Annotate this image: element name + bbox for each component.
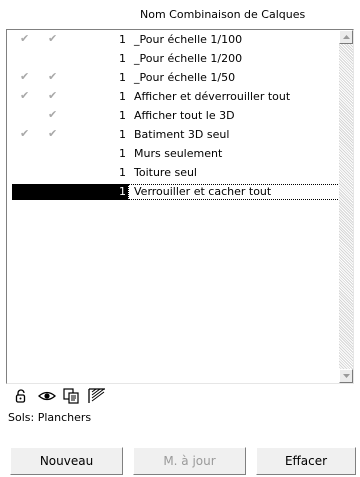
copy-icon — [63, 388, 80, 407]
row-name: _Pour échelle 1/200 — [134, 52, 243, 65]
list-item[interactable]: ✔ ✔ 1 _Pour échelle 1/100 — [7, 31, 342, 50]
check-icon[interactable]: ✔ — [20, 70, 29, 83]
row-name: Verrouiller et cacher tout — [134, 185, 272, 198]
delete-button[interactable]: Effacer — [256, 447, 356, 475]
check-icon[interactable]: ✔ — [48, 32, 57, 45]
hatch-icon — [87, 388, 106, 407]
list-item[interactable]: ✔ ✔ 1 _Pour échelle 1/50 — [7, 69, 342, 88]
check-icon[interactable]: ✔ — [48, 108, 57, 121]
check-icon[interactable]: ✔ — [20, 127, 29, 140]
status-icon-bar — [14, 388, 110, 406]
new-button[interactable]: Nouveau — [10, 447, 123, 475]
row-name: Afficher et déverrouiller tout — [134, 90, 291, 103]
vertical-scrollbar[interactable] — [339, 30, 353, 383]
list-item[interactable]: ✔ 1 Afficher tout le 3D — [7, 107, 342, 126]
selection-highlight — [12, 184, 128, 200]
column-header-layer-combination: Nom Combinaison de Calques — [140, 8, 306, 21]
list-item[interactable]: ✔ ✔ 1 Batiment 3D seul — [7, 126, 342, 145]
arrow-down-icon — [343, 374, 350, 378]
eye-icon — [37, 388, 56, 407]
check-icon[interactable]: ✔ — [48, 70, 57, 83]
update-button[interactable]: M. à jour — [133, 447, 246, 475]
list-item-selected[interactable]: 1 Verrouiller et cacher tout — [7, 183, 342, 202]
list-item[interactable]: 1 Toiture seul — [7, 164, 342, 183]
row-count: 1 — [119, 147, 126, 160]
lock-icon — [14, 388, 30, 407]
check-icon[interactable]: ✔ — [20, 32, 29, 45]
row-count: 1 — [119, 90, 126, 103]
row-name: Batiment 3D seul — [134, 128, 230, 141]
row-count: 1 — [119, 71, 126, 84]
row-count: 1 — [119, 52, 126, 65]
scroll-up-button[interactable] — [339, 30, 353, 44]
arrow-up-icon — [343, 35, 350, 39]
row-count: 1 — [119, 109, 126, 122]
list-item[interactable]: 1 _Pour échelle 1/200 — [7, 50, 342, 69]
check-icon[interactable]: ✔ — [20, 89, 29, 102]
list-item[interactable]: ✔ ✔ 1 Afficher et déverrouiller tout — [7, 88, 342, 107]
row-count: 1 — [119, 166, 126, 179]
row-name: Afficher tout le 3D — [134, 109, 235, 122]
row-name: _Pour échelle 1/50 — [134, 71, 236, 84]
check-icon[interactable]: ✔ — [48, 127, 57, 140]
check-icon[interactable]: ✔ — [48, 89, 57, 102]
status-label: Sols: Planchers — [8, 411, 92, 424]
layer-combination-list[interactable]: ✔ ✔ 1 _Pour échelle 1/100 1 _Pour échell… — [6, 29, 354, 384]
row-count: 1 — [119, 128, 126, 141]
row-name: Toiture seul — [134, 166, 197, 179]
list-item[interactable]: 1 Murs seulement — [7, 145, 342, 164]
scroll-down-button[interactable] — [339, 369, 353, 383]
row-name: _Pour échelle 1/100 — [134, 33, 243, 46]
row-count: 1 — [119, 185, 126, 198]
row-name: Murs seulement — [134, 147, 223, 160]
row-count: 1 — [119, 33, 126, 46]
